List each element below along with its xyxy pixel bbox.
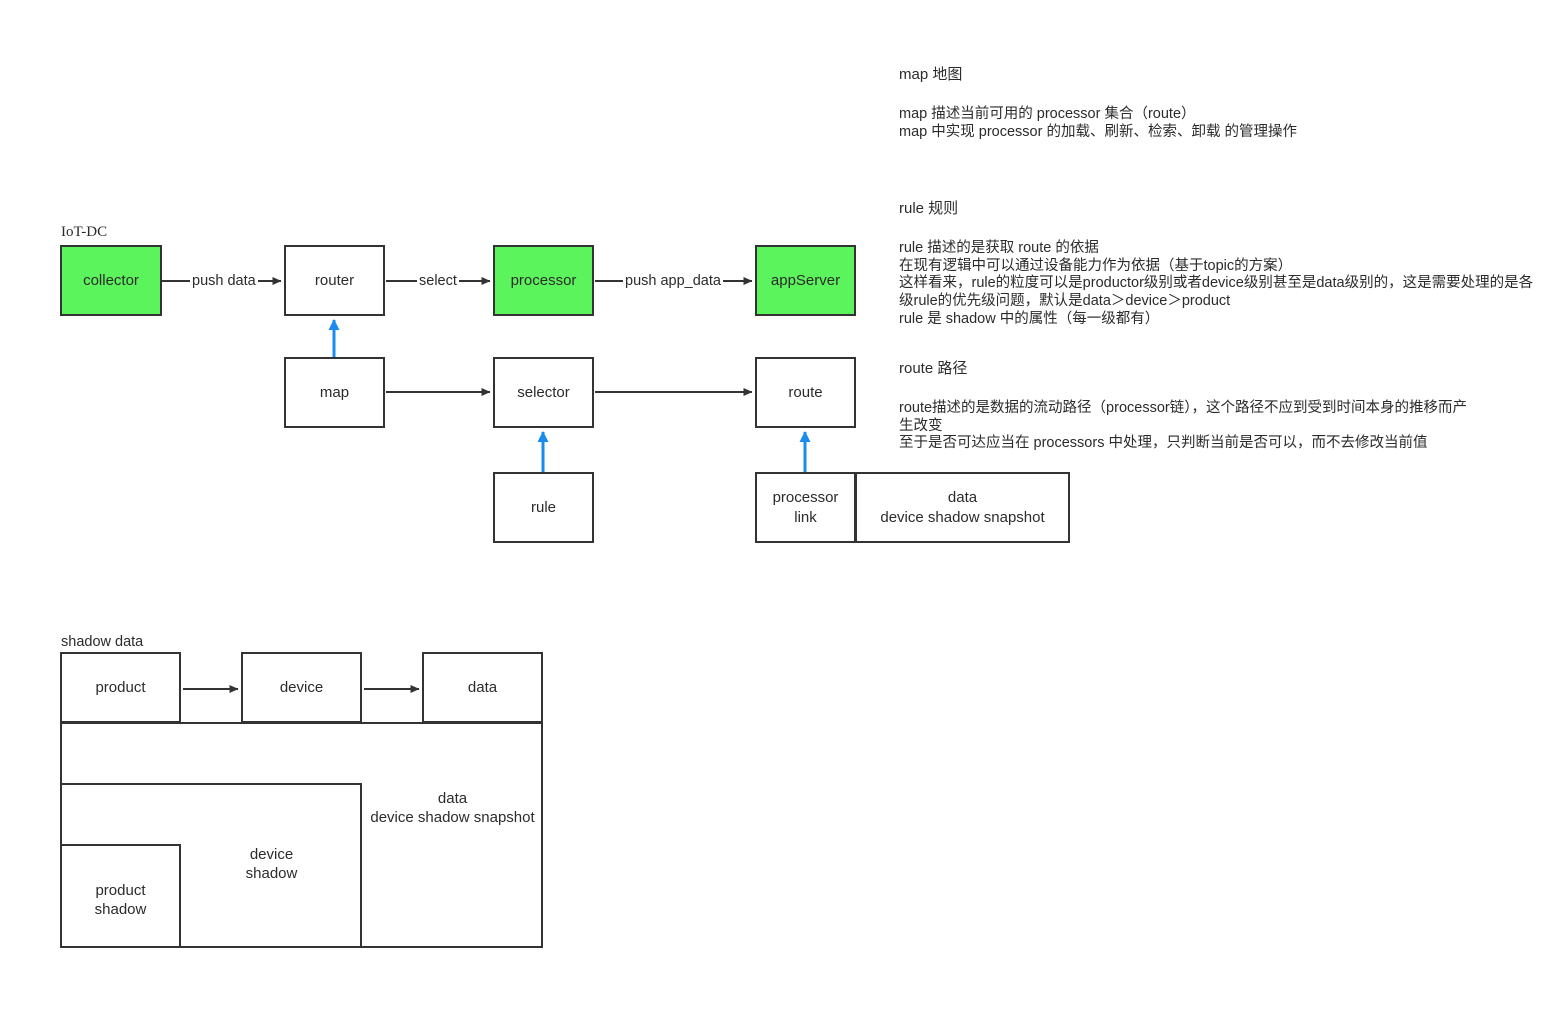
note-route-line-3: 至于是否可达应当在 processors 中处理，只判断当前是否可以，而不去修改… (899, 435, 1428, 452)
node-selector[interactable]: selector (493, 357, 594, 428)
node-collector[interactable]: collector (60, 245, 162, 316)
note-route-line-2: 生改变 (899, 417, 943, 434)
node-data-device-shadow-snapshot[interactable]: data device shadow snapshot (855, 472, 1070, 543)
iot-dc-label: IoT-DC (61, 224, 108, 240)
edge-label-push-app-data: push app_data (623, 273, 723, 289)
frame-product-shadow-label: product shadow (94, 882, 147, 919)
note-map-body: map 描述当前可用的 processor 集合（route） map 中实现 … (899, 106, 1519, 141)
note-route: route 路径 route描述的是数据的流动路径（processor链），这个… (899, 357, 1539, 453)
note-map-title: map 地图 (899, 66, 963, 83)
node-data[interactable]: data (422, 652, 543, 723)
frame-data-device-shadow-snapshot-label: data device shadow snapshot (370, 790, 535, 827)
note-rule: rule 规则 rule 描述的是获取 route 的依据 在现有逻辑中可以通过… (899, 197, 1539, 328)
node-device[interactable]: device (241, 652, 362, 723)
diagram-canvas: IoT-DC shadow data collector router proc… (0, 0, 1552, 1011)
note-map-line-2: map 中实现 processor 的加载、刷新、检索、卸载 的管理操作 (899, 123, 1297, 140)
note-rule-line-1: rule 描述的是获取 route 的依据 (899, 240, 1099, 256)
node-product[interactable]: product (60, 652, 181, 723)
node-appserver[interactable]: appServer (755, 245, 856, 316)
note-route-title: route 路径 (899, 360, 968, 377)
node-rule[interactable]: rule (493, 472, 594, 543)
frame-device-shadow-label: device shadow (245, 846, 298, 883)
note-rule-line-5: rule 是 shadow 中的属性（每一级都有） (899, 310, 1160, 327)
note-route-line-1: route描述的是数据的流动路径（processor链），这个路径不应到受到时间… (899, 400, 1467, 416)
edge-label-select: select (417, 273, 459, 289)
note-rule-line-2: 在现有逻辑中可以通过设备能力作为依据（基于topic的方案） (899, 257, 1293, 274)
node-processor-link[interactable]: processor link (755, 472, 856, 543)
note-route-body: route描述的是数据的流动路径（processor链），这个路径不应到受到时间… (899, 400, 1539, 453)
edge-label-push-data: push data (190, 273, 258, 289)
note-rule-body: rule 描述的是获取 route 的依据 在现有逻辑中可以通过设备能力作为依据… (899, 240, 1539, 328)
node-route[interactable]: route (755, 357, 856, 428)
note-rule-line-3: 这样看来，rule的粒度可以是productor级别或者device级别甚至是d… (899, 275, 1534, 292)
shadow-data-label: shadow data (61, 634, 144, 650)
node-router[interactable]: router (284, 245, 385, 316)
note-rule-line-4: 级rule的优先级问题，默认是data＞device＞product (899, 293, 1231, 310)
note-rule-title: rule 规则 (899, 200, 959, 217)
node-map[interactable]: map (284, 357, 385, 428)
node-processor[interactable]: processor (493, 245, 594, 316)
note-map: map 地图 map 描述当前可用的 processor 集合（route） m… (899, 63, 1519, 141)
note-map-line-1: map 描述当前可用的 processor 集合（route） (899, 106, 1196, 122)
